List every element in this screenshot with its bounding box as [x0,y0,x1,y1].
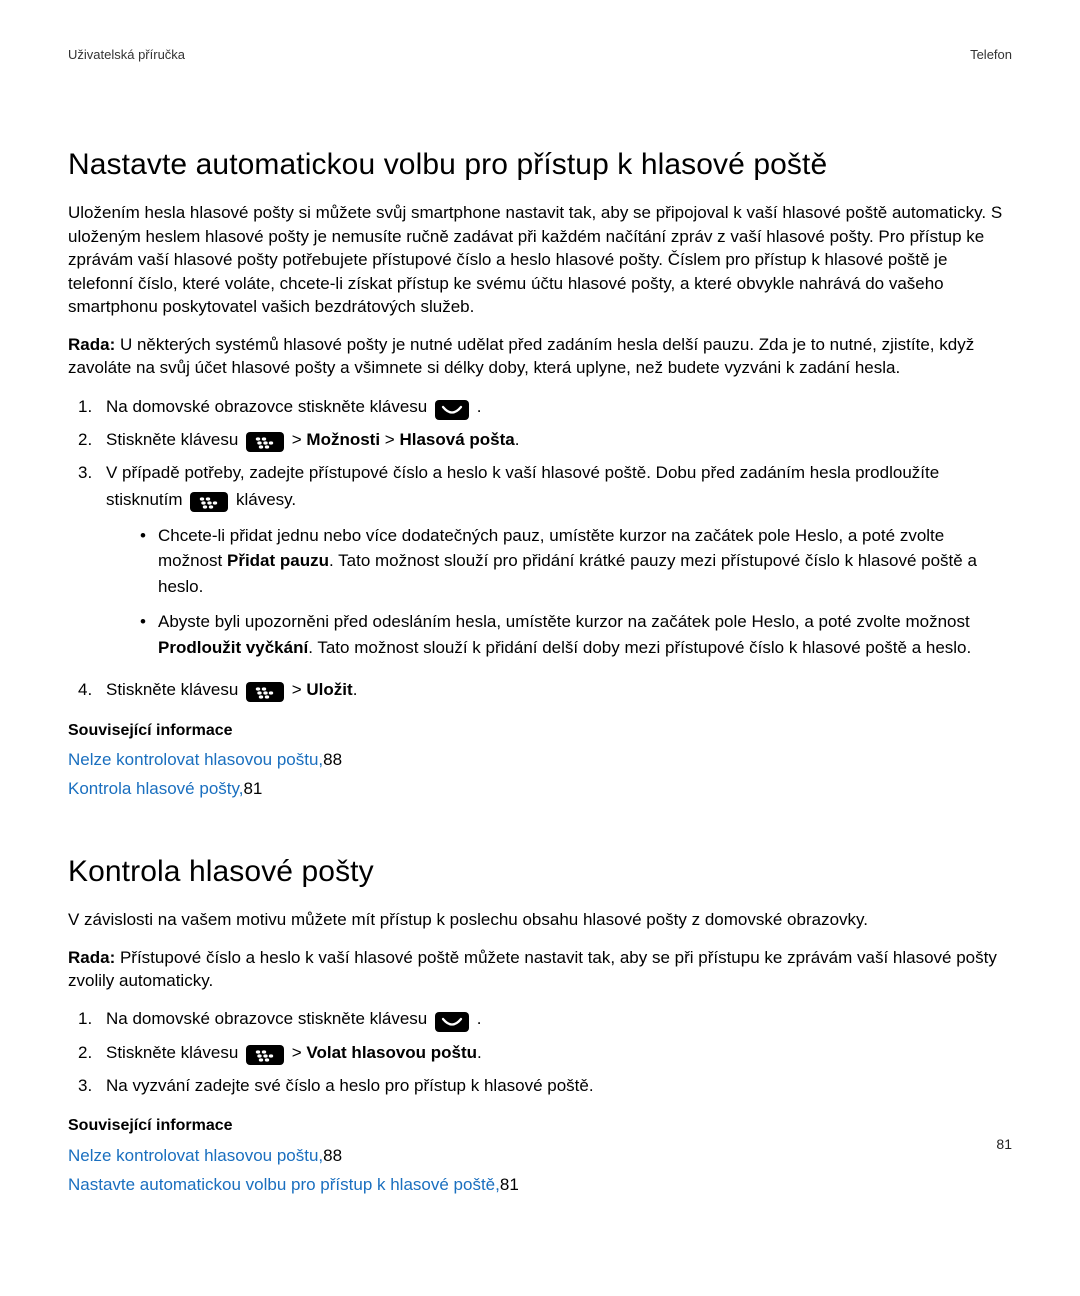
sub2-b: . Tato možnost slouží k přidání delší do… [308,638,971,657]
bb-menu-icon [190,492,228,512]
s2-step-3-text: Na vyzvání zadejte své číslo a heslo pro… [106,1076,594,1095]
link-3-page: 88 [323,1146,342,1165]
s2-step-1-text: Na domovské obrazovce stiskněte klávesu [106,1009,432,1028]
link-2-page: 81 [243,779,262,798]
bb-menu-icon [246,1045,284,1065]
s2-step-2-bold: Volat hlasovou poštu [306,1043,477,1062]
s2-step-1: 1. Na domovské obrazovce stiskněte kláve… [78,1006,1012,1032]
step-2-b2: > [385,430,400,449]
tip-text: U některých systémů hlasové pošty je nut… [68,335,974,377]
tip-paragraph: Rada: U některých systémů hlasové pošty … [68,333,1012,380]
page-number: 81 [996,1135,1012,1154]
steps-list: 1. Na domovské obrazovce stiskněte kláve… [68,394,1012,704]
link-check-voicemail[interactable]: Kontrola hlasové pošty, [68,779,243,798]
tip-label-2: Rada: [68,948,115,967]
related-link-3: Nelze kontrolovat hlasovou poštu,88 [68,1144,1012,1167]
step-1-period: . [477,397,482,416]
header-right: Telefon [970,46,1012,64]
tip-text-2: Přístupové číslo a heslo k vaší hlasové … [68,948,997,990]
s2-step-2: 2. Stiskněte klávesu > [78,1040,1012,1066]
s2-step-2-b: > [292,1043,307,1062]
steps-list-2: 1. Na domovské obrazovce stiskněte kláve… [68,1006,1012,1099]
related-heading-2: Související informace [68,1115,1012,1137]
link-auto-dial[interactable]: Nastavte automatickou volbu pro přístup … [68,1175,500,1194]
related-link-2: Kontrola hlasové pošty,81 [68,777,1012,800]
step-4-a: Stiskněte klávesu [106,680,243,699]
s2-step-3: 3. Na vyzvání zadejte své číslo a heslo … [78,1073,1012,1099]
para-2-1: V závislosti na vašem motivu můžete mít … [68,908,1012,931]
bb-menu-icon [246,682,284,702]
sub-bullet-2: Abyste byli upozorněni před odesláním he… [158,609,1012,660]
step-4-end: . [353,680,358,699]
call-key-icon [435,400,469,420]
s2-step-2-a: Stiskněte klávesu [106,1043,243,1062]
s2-step-1-period: . [477,1009,482,1028]
section-auto-dial: Nastavte automatickou volbu pro přístup … [68,144,1012,801]
intro-paragraph: Uložením hesla hlasové pošty si můžete s… [68,201,1012,318]
step-4-b: > [292,680,307,699]
section-title: Nastavte automatickou volbu pro přístup … [68,144,1012,185]
step-1-text: Na domovské obrazovce stiskněte klávesu [106,397,432,416]
related-heading: Související informace [68,720,1012,742]
link-cannot-check-voicemail[interactable]: Nelze kontrolovat hlasovou poštu, [68,750,323,769]
s2-step-2-end: . [477,1043,482,1062]
link-1-page: 88 [323,750,342,769]
call-key-icon [435,1012,469,1032]
sub-bullet-1: Chcete-li přidat jednu nebo více dodateč… [158,523,1012,600]
sub2-a: Abyste byli upozorněni před odesláním he… [158,612,970,631]
step-4: 4. Stiskněte klávesu > [78,677,1012,703]
tip-label: Rada: [68,335,115,354]
tip-paragraph-2: Rada: Přístupové číslo a heslo k vaší hl… [68,946,1012,993]
section-title-2: Kontrola hlasové pošty [68,851,1012,892]
step-2-end: . [515,430,520,449]
link-cannot-check-voicemail-2[interactable]: Nelze kontrolovat hlasovou poštu, [68,1146,323,1165]
step-2-opt2: Hlasová pošta [399,430,514,449]
step-3-a: V případě potřeby, zadejte přístupové čí… [106,463,939,508]
running-header: Uživatelská příručka Telefon [68,46,1012,64]
step-2-b: > [292,430,307,449]
sub1-bold: Přidat pauzu [227,551,329,570]
step-2: 2. Stiskněte klávesu > [78,427,1012,453]
sub2-bold: Prodloužit vyčkání [158,638,308,657]
page: Uživatelská příručka Telefon Nastavte au… [0,0,1080,1296]
step-3: 3. V případě potřeby, zadejte přístupové… [78,460,1012,670]
step-1: 1. Na domovské obrazovce stiskněte kláve… [78,394,1012,420]
related-link-1: Nelze kontrolovat hlasovou poštu,88 [68,748,1012,771]
section-check-voicemail: Kontrola hlasové pošty V závislosti na v… [68,851,1012,1197]
sub-bullets: Chcete-li přidat jednu nebo více dodateč… [106,523,1012,661]
link-4-page: 81 [500,1175,519,1194]
step-2-opt: Možnosti [306,430,380,449]
bb-menu-icon [246,432,284,452]
step-2-a: Stiskněte klávesu [106,430,243,449]
related-link-4: Nastavte automatickou volbu pro přístup … [68,1173,1012,1196]
header-left: Uživatelská příručka [68,46,185,64]
step-3-b: klávesy. [236,490,296,509]
step-4-bold: Uložit [306,680,352,699]
